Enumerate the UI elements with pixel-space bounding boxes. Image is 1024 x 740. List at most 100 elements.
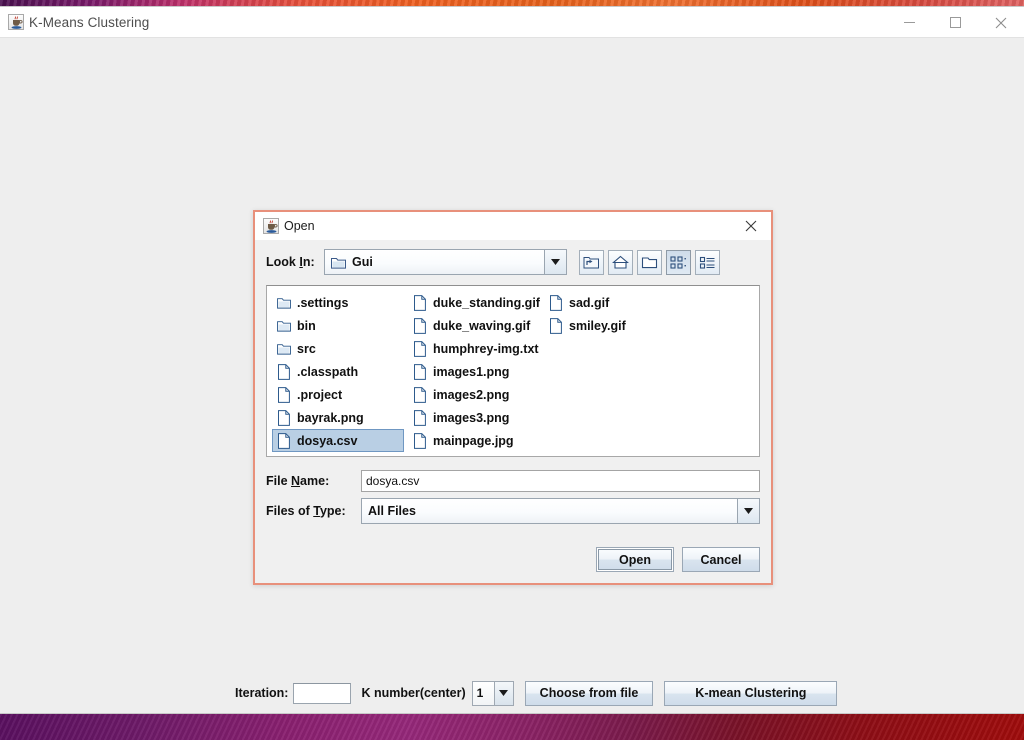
file-list-item-label: duke_standing.gif <box>433 295 540 310</box>
k-number-dropdown[interactable]: 1 <box>471 680 514 706</box>
file-list-item[interactable]: duke_standing.gif <box>408 291 540 314</box>
dialog-toolbar <box>579 249 720 275</box>
file-list-item[interactable]: images3.png <box>408 406 540 429</box>
dialog-action-buttons: Open Cancel <box>266 547 760 572</box>
file-icon <box>414 409 426 426</box>
close-icon <box>745 220 757 232</box>
file-icon <box>550 317 562 334</box>
folder-up-arrow-icon <box>583 256 599 268</box>
dialog-close-button[interactable] <box>739 212 763 240</box>
desktop-wallpaper-bottom <box>0 714 1024 740</box>
file-list-item[interactable]: images2.png <box>408 383 540 406</box>
java-coffee-cup-icon <box>263 218 279 234</box>
minimize-icon <box>903 22 915 23</box>
files-of-type-row: Files of Type: All Files <box>266 498 760 524</box>
file-list-item[interactable]: humphrey-img.txt <box>408 337 540 360</box>
chevron-down-icon[interactable] <box>493 681 513 705</box>
file-list-item[interactable]: .project <box>272 383 404 406</box>
chevron-down-icon[interactable] <box>737 499 759 523</box>
file-list-item-label: .settings <box>297 295 349 310</box>
file-list-item-label: images2.png <box>433 387 510 402</box>
file-icon <box>550 294 562 311</box>
grid-view-icon <box>670 255 686 269</box>
file-icon <box>414 363 426 380</box>
minimize-button[interactable] <box>886 7 932 38</box>
kmean-clustering-button[interactable]: K-mean Clustering <box>664 680 838 706</box>
file-list-item[interactable]: bin <box>272 314 404 337</box>
list-view-button[interactable] <box>666 249 691 275</box>
file-list-item-label: images1.png <box>433 364 510 379</box>
file-list-item-label: mainpage.jpg <box>433 433 514 448</box>
file-list-item[interactable]: smiley.gif <box>544 314 676 337</box>
window-controls <box>886 7 1024 38</box>
file-icon <box>278 386 290 403</box>
java-coffee-cup-icon <box>8 14 24 30</box>
folder-icon <box>331 257 346 269</box>
application-content-area: Iteration: K number(center) 1 Choose fro… <box>0 38 1024 713</box>
file-name-row: File Name: dosya.csv <box>266 470 760 492</box>
details-list-icon <box>699 256 715 269</box>
files-of-type-dropdown[interactable]: All Files <box>361 498 760 524</box>
files-of-type-label: Files of Type: <box>266 504 346 518</box>
file-icon <box>414 386 426 403</box>
files-of-type-value: All Files <box>368 504 416 518</box>
home-icon <box>612 255 629 269</box>
look-in-value: Gui <box>352 255 373 269</box>
open-button[interactable]: Open <box>596 547 674 572</box>
file-list-item[interactable]: sad.gif <box>544 291 676 314</box>
file-list-item-label: duke_waving.gif <box>433 318 531 333</box>
file-list-item[interactable]: duke_waving.gif <box>408 314 540 337</box>
dialog-content: Look In: Gui .settings bin src .classpat… <box>255 240 771 583</box>
open-file-dialog: Open Look In: Gui .settings bin src .cla… <box>253 210 773 585</box>
folder-icon <box>277 343 291 355</box>
look-in-value-group: Gui <box>325 255 544 269</box>
folder-icon <box>277 297 291 309</box>
window-titlebar: K-Means Clustering <box>0 7 1024 38</box>
file-list-item[interactable]: mainpage.jpg <box>408 429 540 452</box>
cancel-button[interactable]: Cancel <box>682 547 760 572</box>
dialog-titlebar: Open <box>255 212 771 240</box>
file-list-item-label: src <box>297 341 316 356</box>
file-list-item-label: sad.gif <box>569 295 610 310</box>
chevron-down-icon[interactable] <box>544 250 566 274</box>
application-window: K-Means Clustering Iteration: K number(c… <box>0 6 1024 714</box>
iteration-input[interactable] <box>293 682 352 704</box>
file-list-item[interactable]: images1.png <box>408 360 540 383</box>
choose-from-file-button[interactable]: Choose from file <box>524 680 654 706</box>
up-one-level-button[interactable] <box>579 249 604 275</box>
new-folder-icon <box>641 256 658 268</box>
file-list-item[interactable]: .classpath <box>272 360 404 383</box>
close-button[interactable] <box>978 7 1024 38</box>
file-icon <box>414 340 426 357</box>
home-button[interactable] <box>608 249 633 275</box>
close-icon <box>995 17 1007 28</box>
file-list-item-label: .project <box>297 387 343 402</box>
maximize-icon <box>949 17 961 28</box>
file-icon <box>278 363 290 380</box>
file-list-item-label: humphrey-img.txt <box>433 341 539 356</box>
file-list-item-label: dosya.csv <box>297 433 358 448</box>
file-icon <box>414 294 426 311</box>
new-folder-button[interactable] <box>637 249 662 275</box>
look-in-row: Look In: Gui <box>266 249 760 275</box>
k-number-value: 1 <box>476 686 484 700</box>
look-in-label: Look In: <box>266 255 315 269</box>
file-icon <box>414 317 426 334</box>
file-list-item-label: smiley.gif <box>569 318 626 333</box>
iteration-label: Iteration: <box>235 686 289 700</box>
file-name-label: File Name: <box>266 474 330 488</box>
file-list[interactable]: .settings bin src .classpath .project bayrak.… <box>266 285 760 457</box>
k-number-label: K number(center) <box>361 686 466 700</box>
look-in-dropdown[interactable]: Gui <box>324 249 567 275</box>
file-name-input[interactable]: dosya.csv <box>361 470 760 492</box>
file-list-item[interactable]: src <box>272 337 404 360</box>
file-list-item[interactable]: .settings <box>272 291 404 314</box>
file-list-item-label: bayrak.png <box>297 410 364 425</box>
file-list-item-label: bin <box>297 318 316 333</box>
file-list-item-selected[interactable]: dosya.csv <box>272 429 404 452</box>
file-list-item[interactable]: bayrak.png <box>272 406 404 429</box>
window-title: K-Means Clustering <box>29 14 150 30</box>
details-view-button[interactable] <box>695 249 720 275</box>
maximize-button[interactable] <box>932 7 978 38</box>
file-icon <box>278 432 290 449</box>
